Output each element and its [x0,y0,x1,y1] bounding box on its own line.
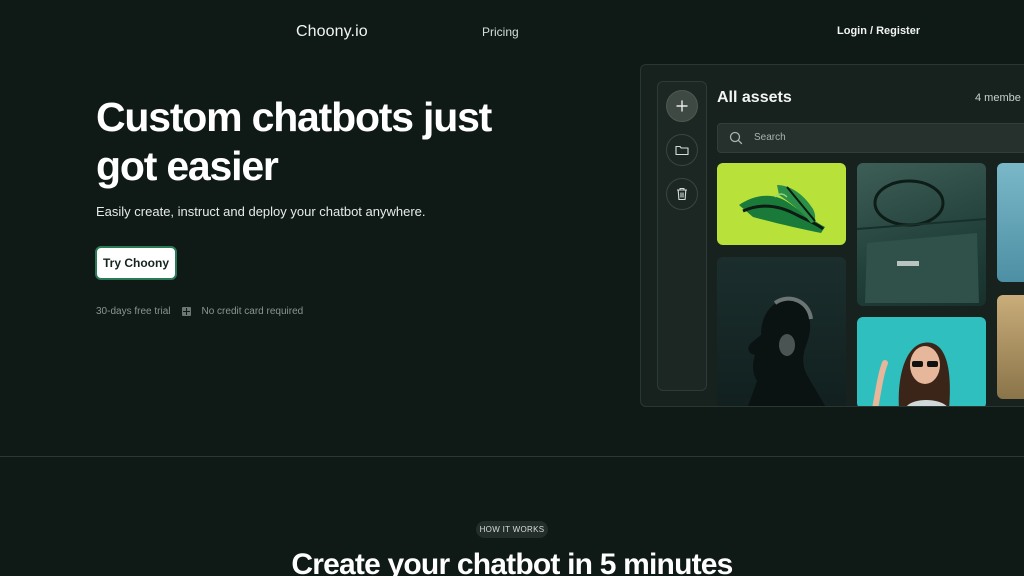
hero-subtitle: Easily create, instruct and deploy your … [96,204,426,219]
asset-search[interactable]: Search [717,123,1024,153]
search-placeholder: Search [754,132,786,143]
assets-title: All assets [717,89,792,106]
asset-tile-blue[interactable] [997,163,1024,282]
plus-square-icon [182,307,192,316]
members-count: 4 membe [975,92,1021,104]
nav-link-pricing[interactable]: Pricing [482,25,519,39]
no-credit-card-text: No credit card required [201,306,304,317]
top-nav: Choony.io Pricing Login / Register [0,0,1024,64]
asset-tile-tan[interactable] [997,295,1024,399]
folder-button[interactable] [666,134,698,166]
plus-icon [676,100,688,112]
car-door-image [857,179,986,303]
trash-button[interactable] [666,178,698,210]
asset-tile-headphones[interactable] [717,257,846,406]
folder-icon [675,145,689,156]
add-button[interactable] [666,90,698,122]
app-preview: All assets 4 membe Search [640,64,1024,407]
headphones-man-image [748,296,826,406]
asset-tile-sneakers[interactable] [717,163,846,245]
sneaker-image [739,185,825,233]
asset-tile-sunglasses[interactable] [857,317,986,406]
hero-title: Custom chatbots just got easier [96,94,492,189]
search-icon [729,131,743,145]
section-title: Create your chatbot in 5 minutes [291,548,733,576]
app-sidebar [657,81,707,391]
section-divider [0,456,1024,457]
asset-tile-car[interactable] [857,163,986,306]
logo[interactable]: Choony.io [296,23,368,41]
free-trial-text: 30-days free trial [96,306,171,317]
try-choony-button[interactable]: Try Choony [95,246,177,280]
trial-info: 30-days free trial No credit card requir… [96,306,303,317]
trash-icon [677,187,687,201]
login-register-link[interactable]: Login / Register [837,25,920,37]
sunglasses-girl-image [872,342,950,406]
how-it-works-badge: HOW IT WORKS [476,521,548,538]
